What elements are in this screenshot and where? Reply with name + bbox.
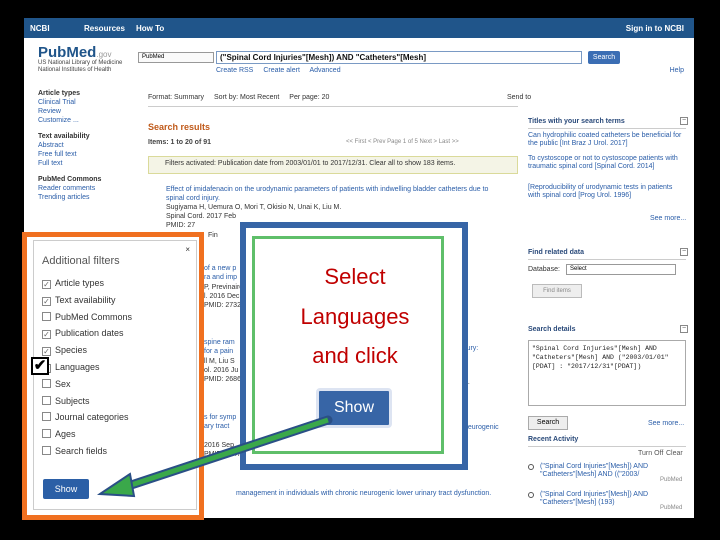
arrow-shaft <box>121 417 329 491</box>
pointer-arrow <box>96 415 333 498</box>
slide: NCBI Resources How To Sign in to NCBI Pu… <box>0 0 720 540</box>
arrow-head <box>96 472 136 498</box>
